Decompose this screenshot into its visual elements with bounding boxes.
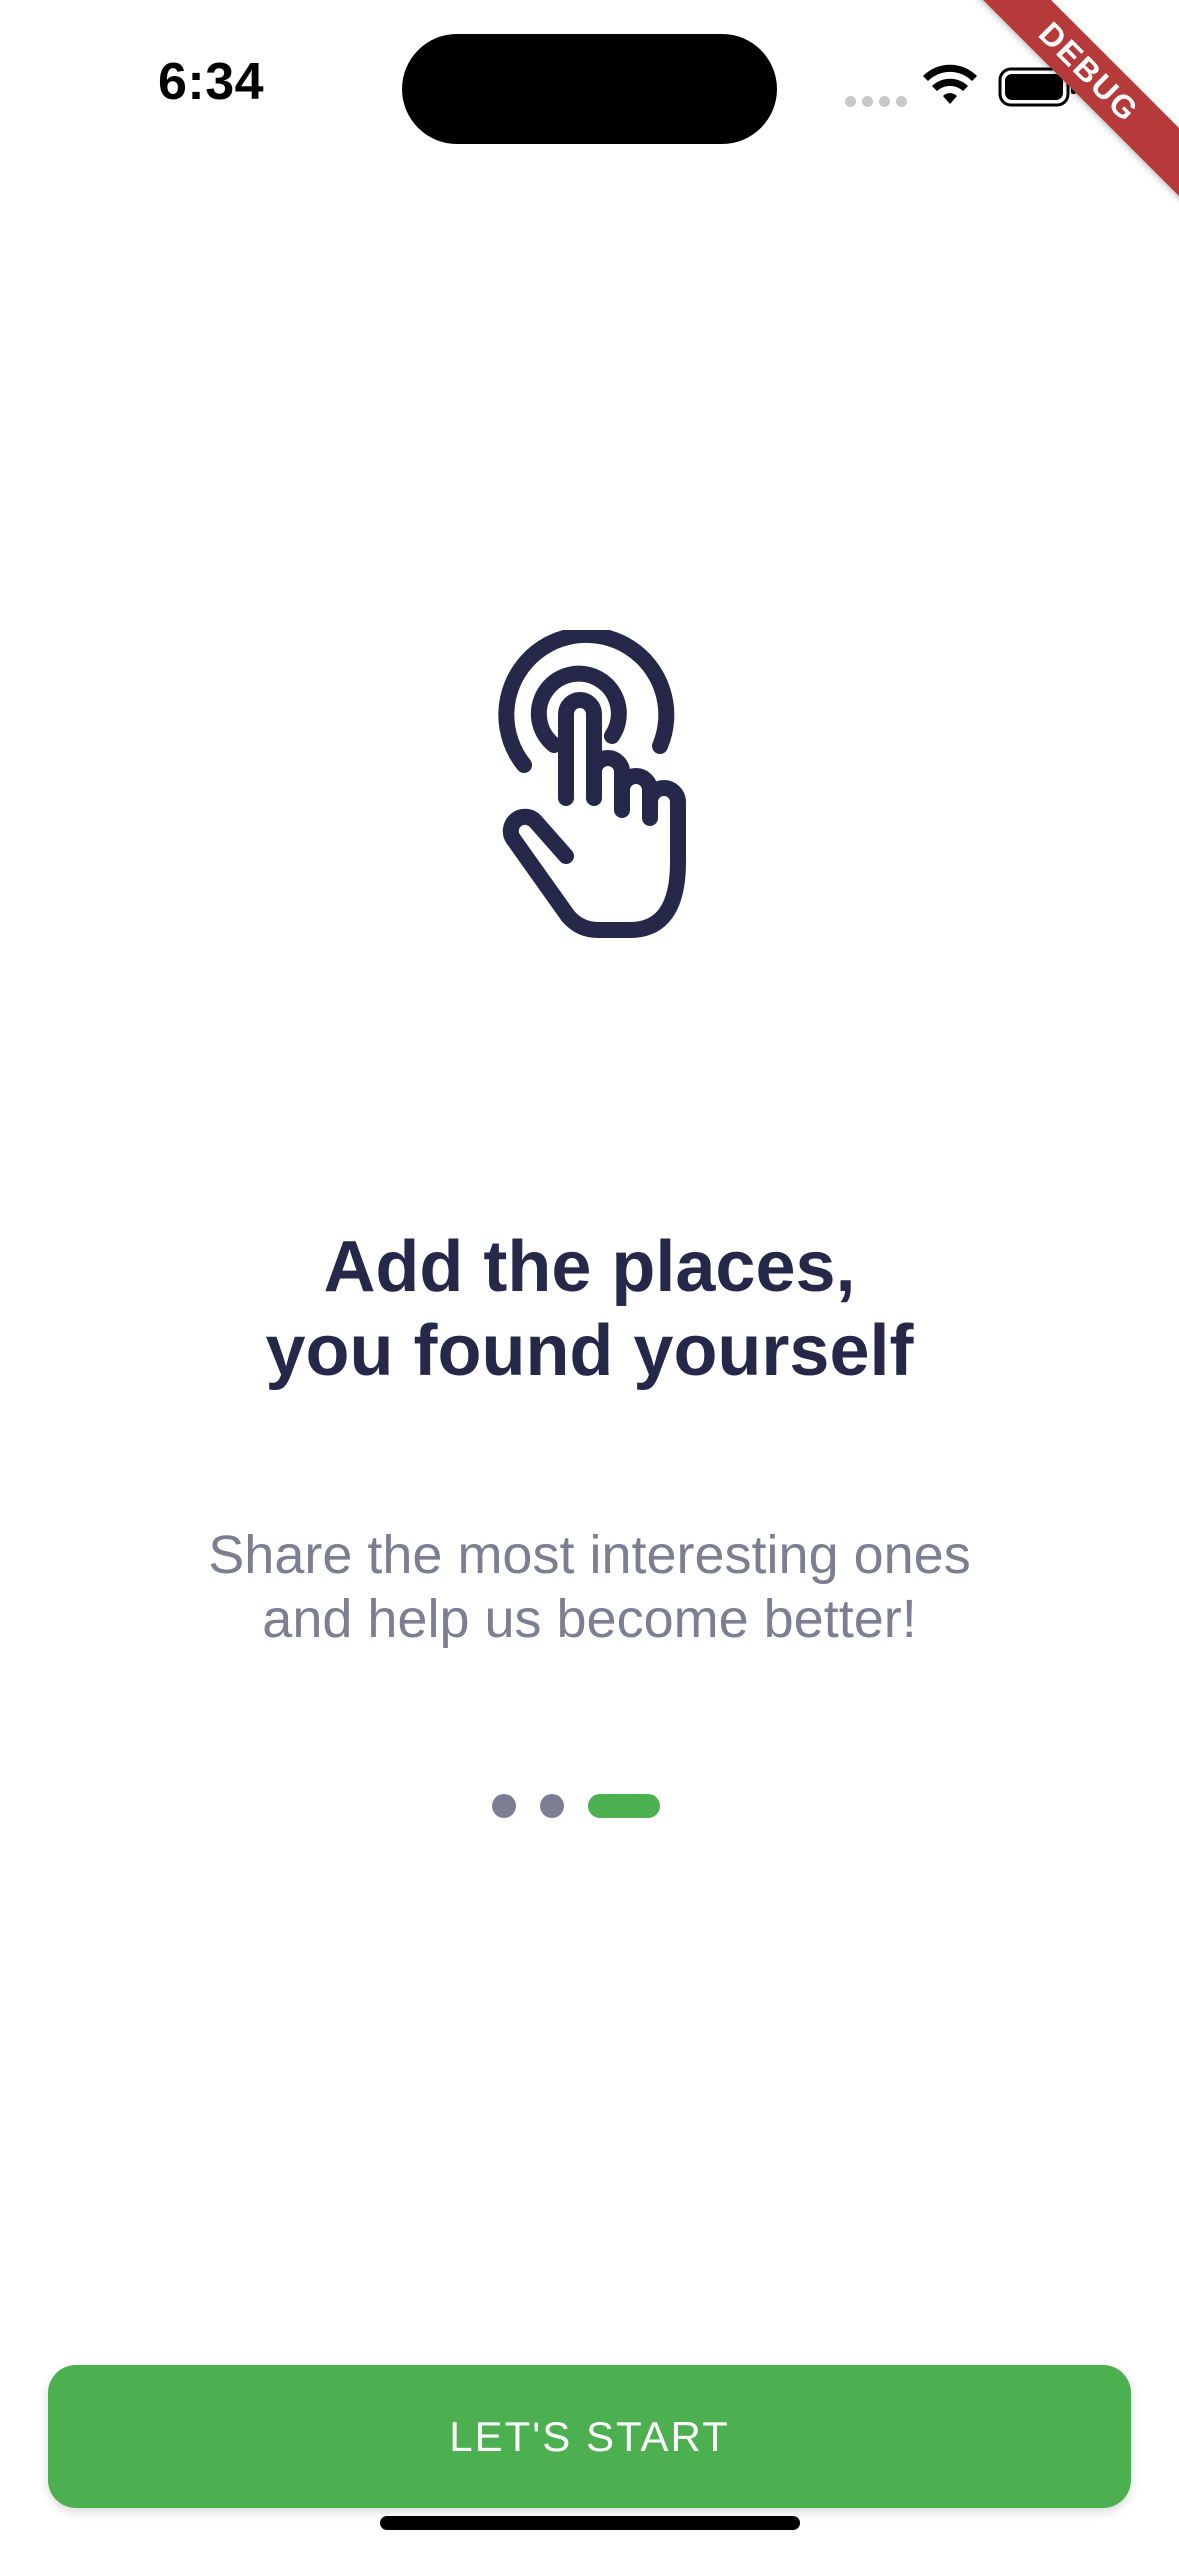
tap-hand-icon (498, 630, 686, 938)
subtitle-line: and help us become better! (262, 1589, 917, 1649)
wifi-icon (923, 64, 977, 104)
page-dot-2[interactable] (540, 1794, 564, 1818)
lets-start-button[interactable]: LET'S START (48, 2365, 1131, 2508)
title-line: Add the places, (323, 1227, 856, 1307)
onboarding-title: Add the places, you found yourself (0, 1225, 1179, 1393)
page-dot-1[interactable] (492, 1794, 516, 1818)
onboarding-screen: 6:34 DEBUG Add the places, you found you… (0, 0, 1179, 2556)
title-line: you found yourself (265, 1311, 914, 1391)
dynamic-island (402, 34, 777, 144)
onboarding-subtitle: Share the most interesting ones and help… (0, 1523, 1179, 1651)
status-time: 6:34 (158, 53, 265, 111)
page-indicator (492, 1794, 660, 1818)
home-indicator (380, 2516, 800, 2530)
subtitle-line: Share the most interesting ones (208, 1525, 971, 1585)
page-dot-3-active[interactable] (588, 1794, 660, 1818)
debug-banner: DEBUG (944, 0, 1179, 217)
signal-dots-icon (845, 96, 907, 107)
